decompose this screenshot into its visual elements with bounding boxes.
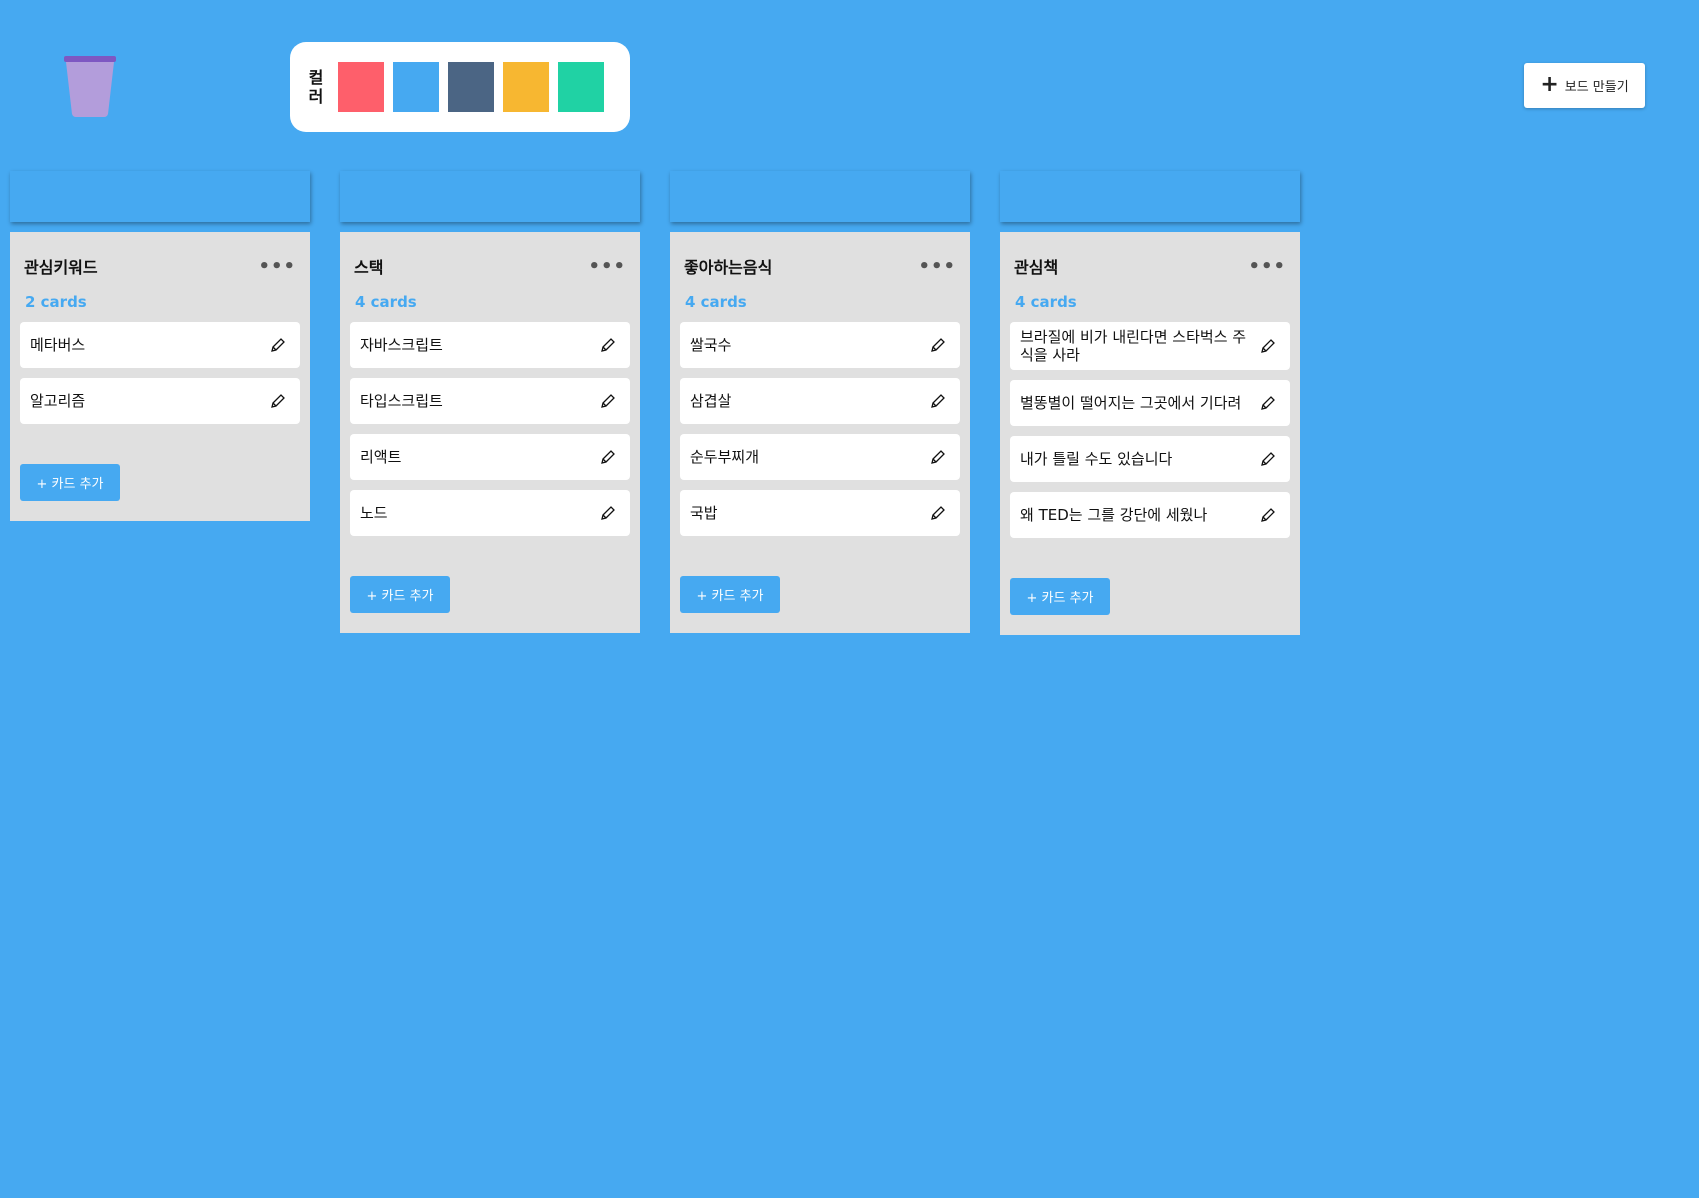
pencil-icon[interactable] [1260,395,1276,411]
more-options-icon[interactable]: ••• [918,256,956,277]
add-card-button[interactable]: + 카드 추가 [20,464,120,501]
card-count: 2 cards [25,293,87,311]
card-item[interactable]: 메타버스 [20,322,300,368]
color-picker: 컬러 [290,42,630,132]
column-color-header[interactable] [340,171,640,222]
create-board-label: 보드 만들기 [1564,80,1629,95]
card-item[interactable]: 국밥 [680,490,960,536]
card-item[interactable]: 순두부찌개 [680,434,960,480]
add-card-button[interactable]: + 카드 추가 [350,576,450,613]
card-text: 순두부찌개 [690,448,760,466]
pencil-icon[interactable] [930,505,946,521]
color-swatch-red[interactable] [338,62,384,112]
card-item[interactable]: 별똥별이 떨어지는 그곳에서 기다려 [1010,380,1290,426]
column-title: 관심책 [1014,258,1059,277]
card-item[interactable]: 노드 [350,490,630,536]
create-board-button[interactable]: + 보드 만들기 [1524,63,1645,108]
pencil-icon[interactable] [600,393,616,409]
plus-icon: + [1540,71,1559,97]
card-text: 브라질에 비가 내린다면 스타벅스 주식을 사라 [1020,328,1247,364]
column-body: 좋아하는음식 ••• 4 cards 쌀국수 삼겹살 순두부찌개 국밥 + 카드… [670,232,970,633]
card-count: 4 cards [355,293,417,311]
color-swatch-blue[interactable] [393,62,439,112]
column-color-header[interactable] [1000,171,1300,222]
add-card-button[interactable]: + 카드 추가 [680,576,780,613]
column-title: 스택 [354,258,384,277]
card-item[interactable]: 자바스크립트 [350,322,630,368]
card-count: 4 cards [685,293,747,311]
board-column: 좋아하는음식 ••• 4 cards 쌀국수 삼겹살 순두부찌개 국밥 + 카드… [670,171,970,633]
card-item[interactable]: 알고리즘 [20,378,300,424]
pencil-icon[interactable] [1260,338,1276,354]
pencil-icon[interactable] [270,393,286,409]
board-column: 관심키워드 ••• 2 cards 메타버스 알고리즘 + 카드 추가 [10,171,310,521]
pencil-icon[interactable] [930,449,946,465]
pencil-icon[interactable] [930,337,946,353]
card-item[interactable]: 리액트 [350,434,630,480]
card-item[interactable]: 내가 틀릴 수도 있습니다 [1010,436,1290,482]
card-text: 노드 [360,504,388,522]
pencil-icon[interactable] [1260,507,1276,523]
column-color-header[interactable] [10,171,310,222]
pencil-icon[interactable] [1260,451,1276,467]
card-item[interactable]: 삼겹살 [680,378,960,424]
card-text: 타입스크립트 [360,392,443,410]
pencil-icon[interactable] [270,337,286,353]
color-swatch-slate[interactable] [448,62,494,112]
color-swatch-yellow[interactable] [503,62,549,112]
card-text: 별똥별이 떨어지는 그곳에서 기다려 [1020,394,1242,412]
color-swatch-green[interactable] [558,62,604,112]
column-body: 스택 ••• 4 cards 자바스크립트 타입스크립트 리액트 노드 + 카드… [340,232,640,633]
card-item[interactable]: 브라질에 비가 내린다면 스타벅스 주식을 사라 [1010,322,1290,370]
card-text: 국밥 [690,504,718,522]
pencil-icon[interactable] [600,449,616,465]
card-text: 쌀국수 [690,336,732,354]
column-body: 관심키워드 ••• 2 cards 메타버스 알고리즘 + 카드 추가 [10,232,310,521]
column-body: 관심책 ••• 4 cards 브라질에 비가 내린다면 스타벅스 주식을 사라… [1000,232,1300,635]
pencil-icon[interactable] [600,337,616,353]
card-text: 리액트 [360,448,402,466]
more-options-icon[interactable]: ••• [588,256,626,277]
card-count: 4 cards [1015,293,1077,311]
column-title: 좋아하는음식 [684,258,773,277]
card-text: 삼겹살 [690,392,732,410]
column-color-header[interactable] [670,171,970,222]
more-options-icon[interactable]: ••• [1248,256,1286,277]
pencil-icon[interactable] [930,393,946,409]
card-text: 자바스크립트 [360,336,443,354]
column-title: 관심키워드 [24,258,98,277]
card-item[interactable]: 쌀국수 [680,322,960,368]
pencil-icon[interactable] [600,505,616,521]
card-item[interactable]: 타입스크립트 [350,378,630,424]
board-column: 관심책 ••• 4 cards 브라질에 비가 내린다면 스타벅스 주식을 사라… [1000,171,1300,635]
add-card-button[interactable]: + 카드 추가 [1010,578,1110,615]
trash-bin-icon[interactable] [62,56,118,118]
card-text: 메타버스 [30,336,86,354]
card-text: 왜 TED는 그를 강단에 세웠나 [1020,506,1208,524]
board-column: 스택 ••• 4 cards 자바스크립트 타입스크립트 리액트 노드 + 카드… [340,171,640,633]
card-text: 알고리즘 [30,392,86,410]
color-label: 컬러 [308,68,324,106]
card-text: 내가 틀릴 수도 있습니다 [1020,450,1173,468]
card-item[interactable]: 왜 TED는 그를 강단에 세웠나 [1010,492,1290,538]
more-options-icon[interactable]: ••• [258,256,296,277]
